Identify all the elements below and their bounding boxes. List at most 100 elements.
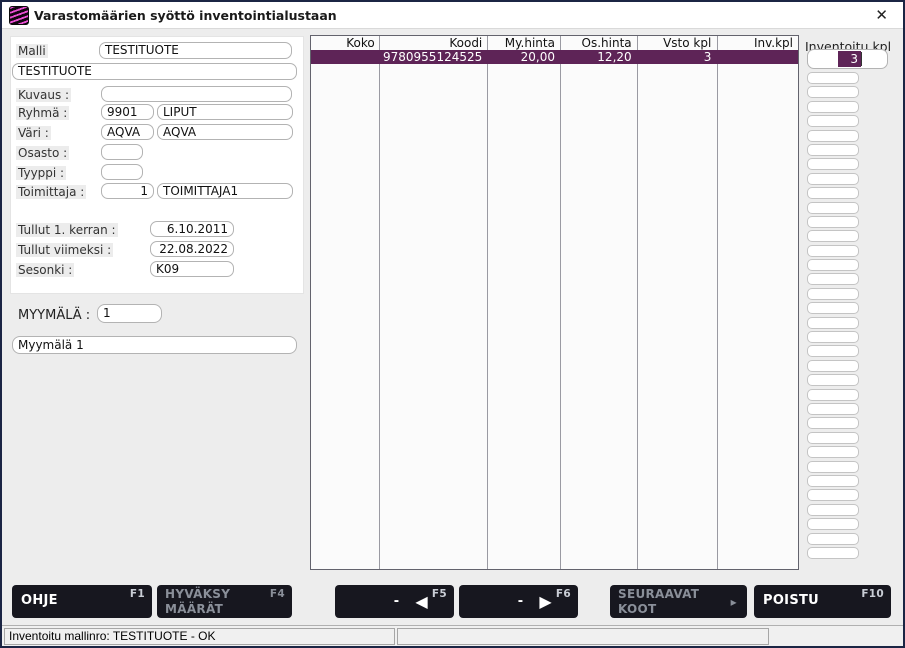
- inventory-input[interactable]: [807, 446, 859, 458]
- column-header-koodi: Koodi: [380, 36, 488, 50]
- myymala-label: MYYMÄLÄ :: [16, 309, 92, 323]
- inventory-input[interactable]: [807, 86, 859, 98]
- status-message: Inventoitu mallinro: TESTITUOTE - OK: [4, 628, 395, 645]
- kuvaus-field[interactable]: [101, 86, 292, 102]
- poistu-button-label: POISTU: [763, 593, 819, 608]
- inventory-input[interactable]: [807, 230, 859, 242]
- ryhma-label: Ryhmä :: [16, 106, 69, 120]
- inventory-input[interactable]: [807, 115, 859, 127]
- inventory-input[interactable]: [807, 130, 859, 142]
- column-header-invkpl: Inv.kpl: [716, 36, 798, 50]
- inventory-input[interactable]: [807, 504, 859, 516]
- myymala-name-field[interactable]: Myymälä 1: [12, 336, 297, 354]
- title-bar: Varastomäärien syöttö inventointialustaa…: [2, 2, 903, 29]
- inventory-input[interactable]: [807, 158, 859, 170]
- inventory-input[interactable]: [807, 533, 859, 545]
- status-panel-secondary: [397, 628, 769, 645]
- inventory-input-focused[interactable]: 3: [807, 49, 888, 69]
- cell-koodi: 9780955124525: [380, 50, 488, 64]
- inventory-input[interactable]: [807, 475, 859, 487]
- table-column-divider: [488, 36, 561, 569]
- sesonki-field[interactable]: K09: [150, 261, 234, 277]
- f6-key-label: F6: [556, 588, 571, 600]
- table-header: Koko Koodi My.hinta Os.hinta Vsto kpl In…: [311, 36, 798, 50]
- seuraavat-button-label: SEURAAVAT KOOT: [618, 587, 703, 616]
- inventory-input[interactable]: [807, 317, 859, 329]
- selected-quantity-value: 3: [838, 51, 861, 67]
- seuraavat-koot-button[interactable]: SEURAAVAT KOOT ▸: [610, 585, 747, 618]
- size-table: Koko Koodi My.hinta Os.hinta Vsto kpl In…: [310, 35, 799, 570]
- window-title: Varastomäärien syöttö inventointialustaa…: [34, 8, 337, 23]
- inventory-input[interactable]: [807, 173, 859, 185]
- small-arrow-right-icon: ▸: [731, 595, 737, 609]
- tyyppi-label: Tyyppi :: [16, 166, 66, 180]
- tullut-viimeksi-label: Tullut viimeksi :: [16, 243, 113, 257]
- cell-invkpl: [716, 50, 798, 64]
- status-bar: Inventoitu mallinro: TESTITUOTE - OK: [2, 625, 903, 646]
- cell-oshinta: 12,20: [560, 50, 637, 64]
- inventory-input[interactable]: [807, 331, 859, 343]
- cell-koko: [311, 50, 380, 64]
- hyvaksy-button-label: HYVÄKSY MÄÄRÄT: [165, 587, 250, 616]
- poistu-button[interactable]: POISTU F10: [754, 585, 891, 618]
- table-column-divider: [380, 36, 488, 569]
- close-icon[interactable]: ✕: [875, 6, 888, 24]
- inventory-input[interactable]: [807, 202, 859, 214]
- inventory-input[interactable]: [807, 216, 859, 228]
- vari-name-field[interactable]: AQVA: [157, 124, 293, 140]
- dash-label: -: [518, 594, 524, 609]
- hyvaksy-maarat-button[interactable]: HYVÄKSY MÄÄRÄT F4: [157, 585, 292, 618]
- myymala-code-field[interactable]: 1: [97, 304, 162, 323]
- inventory-input[interactable]: [807, 389, 859, 401]
- osasto-label: Osasto :: [16, 146, 69, 160]
- arrow-right-icon: ▶: [539, 594, 552, 610]
- previous-size-button[interactable]: - ◀ F5: [335, 585, 454, 618]
- ryhma-code-field[interactable]: 9901: [101, 104, 154, 120]
- ohje-button[interactable]: OHJE F1: [12, 585, 152, 618]
- inventory-input[interactable]: [807, 101, 859, 113]
- vari-code-field[interactable]: AQVA: [101, 124, 154, 140]
- inventory-input[interactable]: [807, 518, 859, 530]
- inventory-input[interactable]: [807, 345, 859, 357]
- osasto-field[interactable]: [101, 144, 143, 160]
- table-column-divider: [561, 36, 638, 569]
- malli-name-field[interactable]: TESTITUOTE: [12, 63, 297, 80]
- inventory-input[interactable]: [807, 72, 859, 84]
- arrow-left-icon: ◀: [415, 594, 428, 610]
- toimittaja-label: Toimittaja :: [16, 185, 86, 199]
- column-header-oshinta: Os.hinta: [560, 36, 637, 50]
- toimittaja-name-field[interactable]: TOIMITTAJA1: [157, 183, 293, 199]
- tullut-viimeksi-field[interactable]: 22.08.2022: [150, 241, 234, 257]
- inventory-input[interactable]: [807, 432, 859, 444]
- malli-field[interactable]: TESTITUOTE: [99, 42, 292, 59]
- table-column-divider: [638, 36, 718, 569]
- inventory-input[interactable]: [807, 259, 859, 271]
- inventory-input[interactable]: [807, 302, 859, 314]
- f10-key-label: F10: [861, 588, 884, 600]
- inventory-input[interactable]: [807, 417, 859, 429]
- sesonki-label: Sesonki :: [16, 263, 74, 277]
- vari-label: Väri :: [16, 126, 51, 140]
- inventory-input[interactable]: [807, 273, 859, 285]
- inventory-input[interactable]: [807, 489, 859, 501]
- tullut-ensin-field[interactable]: 6.10.2011: [150, 221, 234, 237]
- inventory-input[interactable]: [807, 245, 859, 257]
- column-header-myhinta: My.hinta: [487, 36, 560, 50]
- toimittaja-code-field[interactable]: 1: [101, 183, 154, 199]
- malli-label: Malli: [16, 44, 48, 58]
- f5-key-label: F5: [432, 588, 447, 600]
- table-row-selected[interactable]: 9780955124525 20,00 12,20 3: [311, 50, 798, 64]
- tyyppi-field[interactable]: [101, 164, 143, 180]
- inventory-input[interactable]: [807, 187, 859, 199]
- inventory-input[interactable]: [807, 288, 859, 300]
- inventory-input[interactable]: [807, 461, 859, 473]
- inventory-input[interactable]: [807, 547, 859, 559]
- inventory-input[interactable]: [807, 403, 859, 415]
- inventory-input[interactable]: [807, 144, 859, 156]
- inventory-input[interactable]: [807, 360, 859, 372]
- ryhma-name-field[interactable]: LIPUT: [157, 104, 293, 120]
- next-size-button[interactable]: - ▶ F6: [459, 585, 578, 618]
- inventory-input[interactable]: [807, 374, 859, 386]
- cell-myhinta: 20,00: [487, 50, 560, 64]
- app-window: Varastomäärien syöttö inventointialustaa…: [0, 0, 905, 648]
